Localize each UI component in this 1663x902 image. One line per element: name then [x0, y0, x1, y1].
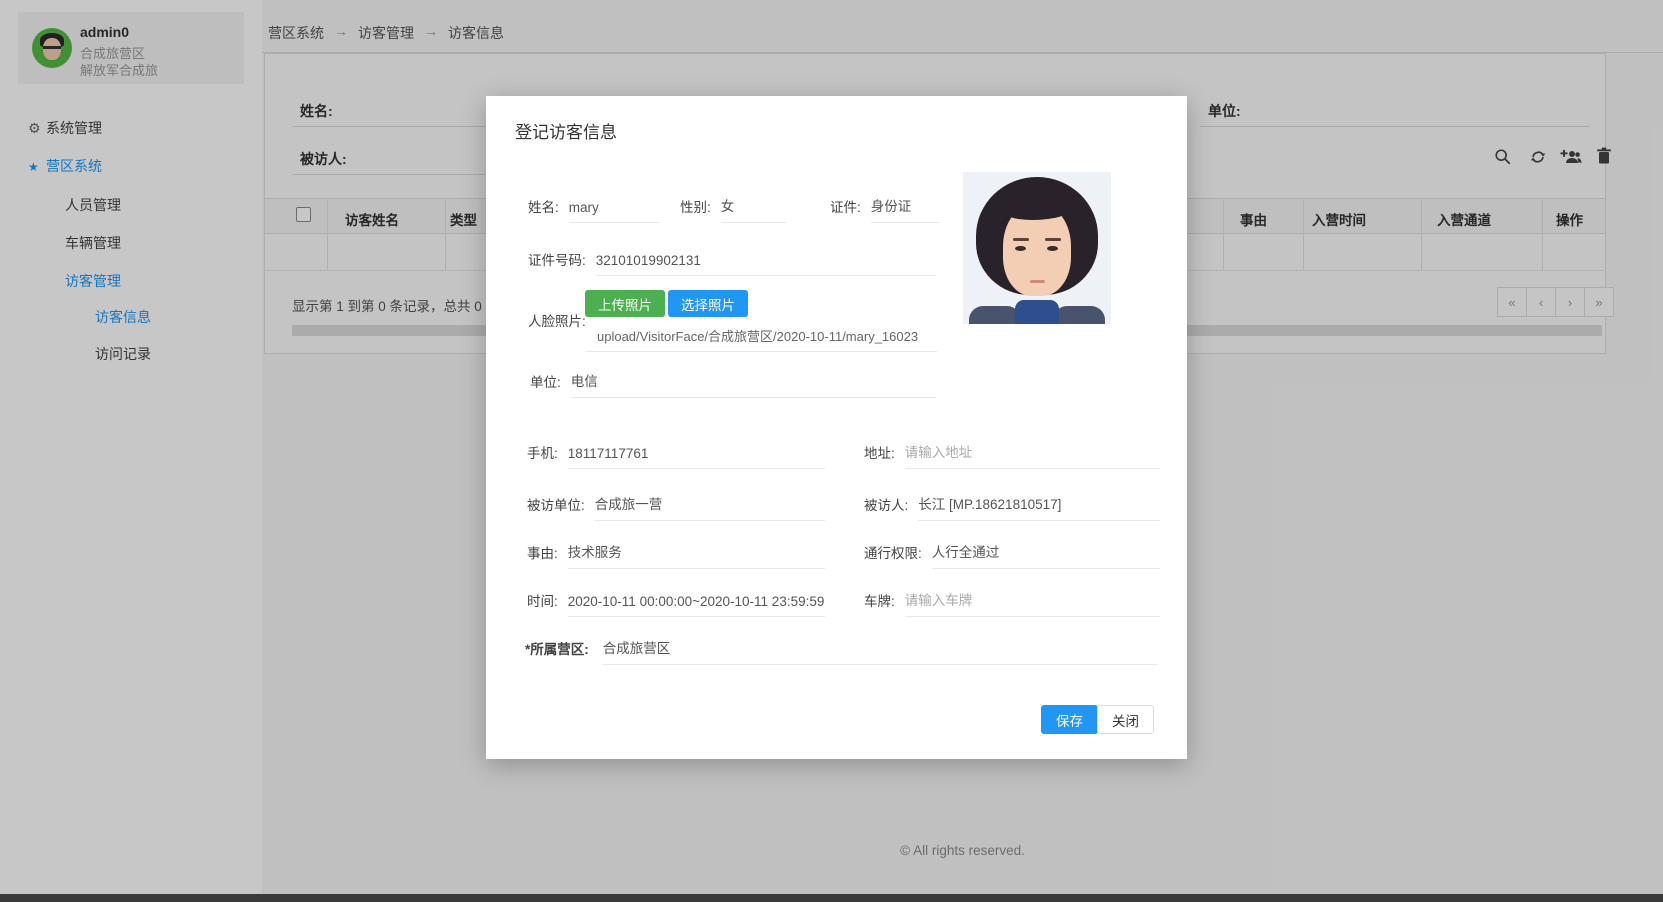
address-input[interactable]: 请输入地址 [905, 441, 1160, 469]
plate-input[interactable]: 请输入车牌 [905, 589, 1160, 617]
close-button[interactable]: 关闭 [1097, 705, 1154, 734]
modal-title: 登记访客信息 [515, 118, 617, 143]
permission-select[interactable]: 人行全通过 [932, 541, 1160, 569]
id-number-input[interactable]: 32101019902131 [596, 253, 936, 276]
name-input[interactable]: mary [569, 200, 660, 223]
id-number-field: 证件号码: 32101019902131 [528, 246, 936, 276]
reason-input[interactable]: 技术服务 [568, 541, 825, 569]
id-type-select[interactable]: 身份证 [871, 195, 940, 223]
phone-label: 手机: [527, 442, 558, 469]
visited-person-field: 被访人: 长江 [MP.18621810517] [864, 491, 1160, 521]
name-label: 姓名: [528, 196, 559, 223]
address-label: 地址: [864, 442, 895, 469]
photo-eye-left [1015, 246, 1026, 251]
reason-label: 事由: [527, 542, 558, 569]
photo-shoulder-left [969, 306, 1021, 324]
photo-brow-right [1045, 238, 1061, 241]
plate-label: 车牌: [864, 590, 895, 617]
register-visitor-modal: 登记访客信息 姓名: mary 性别: 女 证件: 身份证 证件号码: 3210… [486, 96, 1187, 759]
camp-area-label: *所属营区: [525, 638, 589, 665]
phone-input[interactable]: 18117117761 [568, 446, 825, 469]
app-window: admin0 合成旅营区 解放军合成旅 ⚙系统管理 ★营区系统 人员管理 车辆管… [0, 0, 1663, 902]
permission-field: 通行权限: 人行全通过 [864, 539, 1160, 569]
permission-label: 通行权限: [864, 542, 922, 569]
unit-label: 单位: [530, 371, 561, 398]
gender-label: 性别: [680, 196, 711, 223]
photo-shoulder-right [1053, 306, 1105, 324]
face-photo-label: 人脸照片: [528, 310, 586, 330]
visited-person-label: 被访人: [864, 494, 908, 521]
phone-field: 手机: 18117117761 [527, 439, 825, 469]
camp-area-field: *所属营区: 合成旅营区 [525, 635, 1157, 665]
photo-eye-right [1047, 246, 1058, 251]
time-input[interactable]: 2020-10-11 00:00:00~2020-10-11 23:59:59 [568, 594, 825, 617]
time-field: 时间: 2020-10-11 00:00:00~2020-10-11 23:59… [527, 587, 825, 617]
plate-field: 车牌: 请输入车牌 [864, 587, 1160, 617]
id-type-field: 证件: 身份证 [830, 193, 940, 223]
face-photo-path: upload/VisitorFace/合成旅营区/2020-10-11/mary… [585, 326, 937, 352]
name-field: 姓名: mary [528, 193, 660, 223]
bottom-bar [0, 894, 1663, 902]
unit-field: 单位: 电信 [530, 368, 936, 398]
reason-field: 事由: 技术服务 [527, 539, 825, 569]
camp-area-select[interactable]: 合成旅营区 [603, 637, 1157, 665]
visited-unit-input[interactable]: 合成旅一营 [595, 493, 825, 521]
address-field: 地址: 请输入地址 [864, 439, 1160, 469]
photo-brow-left [1013, 238, 1029, 241]
time-label: 时间: [527, 590, 558, 617]
unit-input[interactable]: 电信 [571, 370, 936, 398]
visitor-photo [963, 172, 1111, 324]
select-photo-button[interactable]: 选择照片 [668, 290, 748, 317]
visited-unit-label: 被访单位: [527, 494, 585, 521]
visited-person-input[interactable]: 长江 [MP.18621810517] [918, 493, 1160, 521]
save-button[interactable]: 保存 [1041, 705, 1098, 734]
visited-unit-field: 被访单位: 合成旅一营 [527, 491, 825, 521]
upload-photo-button[interactable]: 上传照片 [585, 290, 665, 317]
photo-collar [1015, 300, 1059, 324]
id-type-label: 证件: [830, 196, 861, 223]
id-number-label: 证件号码: [528, 249, 586, 276]
gender-input[interactable]: 女 [721, 195, 786, 223]
photo-mouth [1030, 280, 1045, 283]
gender-field: 性别: 女 [680, 193, 786, 223]
